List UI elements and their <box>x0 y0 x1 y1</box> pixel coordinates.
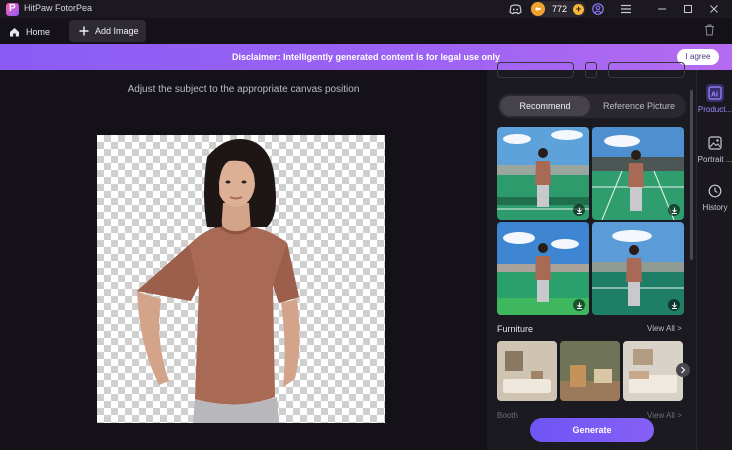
app-logo: P <box>6 3 19 16</box>
rail-item-portrait[interactable]: Portrait ... <box>697 134 732 164</box>
disclaimer-text: Disclaimer: Intelligently generated cont… <box>231 52 501 62</box>
view-all-booth-link[interactable]: View All > <box>647 411 682 420</box>
coin-balance[interactable]: 772 + <box>530 1 586 17</box>
discord-icon[interactable] <box>508 2 522 16</box>
rail-item-label: Product... <box>697 105 732 114</box>
tab-add-image-label: Add Image <box>95 26 139 36</box>
result-thumbnail[interactable] <box>497 222 589 315</box>
coin-count: 772 <box>552 4 568 14</box>
tab-add-image[interactable]: Add Image <box>69 20 146 42</box>
link-icon[interactable] <box>585 62 597 78</box>
rail-item-history[interactable]: History <box>697 182 732 212</box>
rail-item-label: History <box>702 203 728 212</box>
rail-item-label: Portrait ... <box>697 155 732 164</box>
furniture-thumbnail[interactable] <box>623 341 683 401</box>
download-icon[interactable] <box>668 299 680 311</box>
portrait-icon <box>706 134 724 152</box>
style-source-tabs: Recommend Reference Picture <box>498 94 686 118</box>
chevron-right-icon[interactable] <box>676 363 690 377</box>
furniture-thumbnail[interactable] <box>560 341 620 401</box>
menu-icon[interactable] <box>619 2 633 16</box>
download-icon[interactable] <box>668 204 680 216</box>
result-thumbnail[interactable] <box>497 127 589 220</box>
view-all-furniture-link[interactable]: View All > <box>647 324 682 333</box>
tab-recommend[interactable]: Recommend <box>500 96 590 116</box>
tab-reference-picture[interactable]: Reference Picture <box>594 96 684 116</box>
maximize-icon[interactable] <box>681 2 695 16</box>
close-icon[interactable] <box>707 2 721 16</box>
logo-letter: P <box>9 3 16 14</box>
result-thumbnail[interactable] <box>592 222 684 315</box>
svg-text:AI: AI <box>711 92 718 99</box>
canvas-area: Adjust the subject to the appropriate ca… <box>0 70 487 450</box>
canvas-hint: Adjust the subject to the appropriate ca… <box>127 84 360 95</box>
app-title: HitPaw FotorPea <box>24 3 93 13</box>
tool-rail: AI Product... Portrait ... History <box>696 70 732 450</box>
style-panel: Recommend Reference Picture Furniture Vi… <box>487 62 696 450</box>
download-icon[interactable] <box>573 204 585 216</box>
user-icon[interactable] <box>591 2 605 16</box>
tab-home-label: Home <box>26 26 51 37</box>
furniture-thumbnail[interactable] <box>497 341 557 401</box>
minimize-icon[interactable] <box>655 2 669 16</box>
tab-home[interactable]: Home <box>9 22 50 41</box>
tab-bar: Home Add Image <box>0 18 732 44</box>
ai-icon: AI <box>706 84 724 102</box>
generate-button[interactable]: Generate <box>530 418 654 442</box>
rail-item-product[interactable]: AI Product... <box>697 84 732 114</box>
trash-icon[interactable] <box>704 23 715 41</box>
section-title-booth: Booth <box>497 411 518 420</box>
canvas-board[interactable] <box>97 135 385 423</box>
history-icon <box>706 182 724 200</box>
add-coins-button[interactable]: + <box>573 3 585 15</box>
subject-image[interactable] <box>97 135 385 423</box>
coin-icon <box>531 2 545 16</box>
download-icon[interactable] <box>573 299 585 311</box>
panel-scrollbar[interactable] <box>690 90 693 260</box>
title-bar: P HitPaw FotorPea 772 + <box>0 0 732 18</box>
result-thumbnail[interactable] <box>592 127 684 220</box>
size-input-width[interactable] <box>497 62 574 78</box>
size-input-height[interactable] <box>608 62 685 78</box>
home-icon <box>10 27 19 36</box>
plus-icon <box>79 26 89 36</box>
section-title-furniture: Furniture <box>497 324 534 334</box>
